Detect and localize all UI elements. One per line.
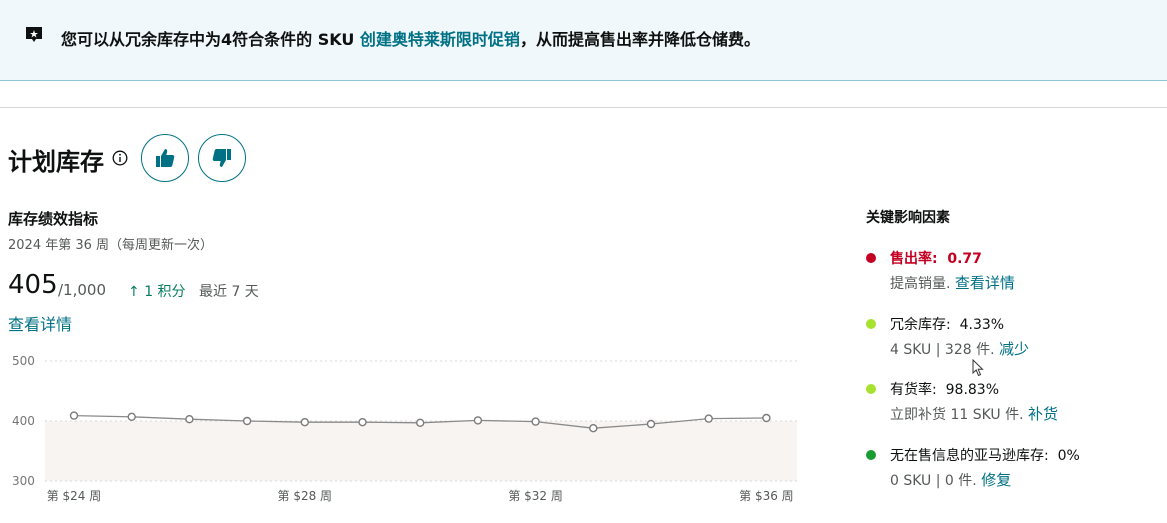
view-details-link-sell-through[interactable]: 查看详情 [955,274,1015,292]
banner-text-before: 您可以从冗余库存中为4符合条件的 SKU [61,30,360,49]
data-point [704,414,713,423]
delta-period: 最近 7 天 [199,284,259,300]
ipi-trend-chart: 500 400 300 第 $24 周 第 $28 周 第 $32 周 第 $36 周 [12,354,797,503]
x-tick-label: 第 $24 周 [47,489,102,503]
chart-band [45,421,797,481]
data-point [185,414,194,424]
status-dot [866,319,876,329]
create-outlet-deal-link[interactable]: 创建奥特莱斯限时促销 [360,30,520,49]
fix-link[interactable]: 修复 [981,471,1011,489]
thumbs-down-button[interactable] [198,134,246,182]
divider [0,107,1167,108]
factor-sub: 提高销量. [890,276,951,292]
mouse-cursor-icon [972,359,984,377]
x-tick-label: 第 $36 周 [739,489,794,503]
factor-sub: 4 SKU | 328 件. [890,342,995,358]
data-point [69,411,79,420]
banner-text-after: ，从而提高售出率并降低仓储费。 [519,30,760,49]
view-details-link[interactable]: 查看详情 [8,311,72,335]
key-factors-title: 关键影响因素 [866,210,950,226]
restock-link[interactable]: 补货 [1028,405,1058,423]
status-dot [866,253,876,263]
metrics-title: 库存绩效指标 [8,210,99,228]
thumbs-up-icon [156,149,175,167]
factor-value: 0.77 [947,251,982,267]
y-tick-label: 300 [12,474,35,488]
data-point [127,412,136,422]
data-point [531,417,540,426]
factor-label: 售出率: [890,251,938,267]
factor-value: 0% [1057,448,1080,464]
score-max: /1,000 [58,281,106,299]
data-point [358,417,367,427]
status-dot [866,384,876,394]
info-icon[interactable] [112,150,128,166]
factor-label: 无在售信息的亚马逊库存: [890,448,1049,464]
notification-banner: 您可以从冗余库存中为4符合条件的 SKU 创建奥特莱斯限时促销，从而提高售出率并… [0,0,1167,81]
data-point [646,419,656,429]
y-tick-label: 500 [12,354,35,368]
factor-sub: 立即补货 11 SKU 件. [890,407,1024,423]
delta-value: 1 积分 [144,284,186,300]
ipi-score: 405 [8,270,58,300]
factor-label: 冗余库存: [890,317,951,333]
data-point [762,413,771,423]
week-label: 2024 年第 36 周（每周更新一次） [8,238,214,253]
status-dot [866,450,876,460]
banner-message: 您可以从冗余库存中为4符合条件的 SKU 创建奥特莱斯限时促销，从而提高售出率并… [61,26,760,50]
reduce-link[interactable]: 减少 [999,340,1029,358]
thumbs-down-icon [212,149,231,167]
promotion-icon [26,27,42,42]
factor-sub: 0 SKU | 0 件. [890,473,977,489]
factor-value: 98.83% [945,382,1000,398]
factor-value: 4.33% [959,317,1005,333]
arrow-up-icon: ↑ [128,284,140,300]
data-point [416,418,425,428]
data-point [242,416,252,426]
data-point [473,416,483,425]
x-tick-label: 第 $28 周 [278,489,333,503]
factor-label: 有货率: [890,382,937,398]
data-point [300,417,309,427]
score-delta: ↑ 1 积分 [128,281,186,301]
y-tick-label: 400 [12,414,35,428]
data-point [589,423,598,433]
x-tick-label: 第 $32 周 [508,489,563,503]
page-title: 计划库存 [8,148,104,176]
thumbs-up-button[interactable] [141,134,189,182]
